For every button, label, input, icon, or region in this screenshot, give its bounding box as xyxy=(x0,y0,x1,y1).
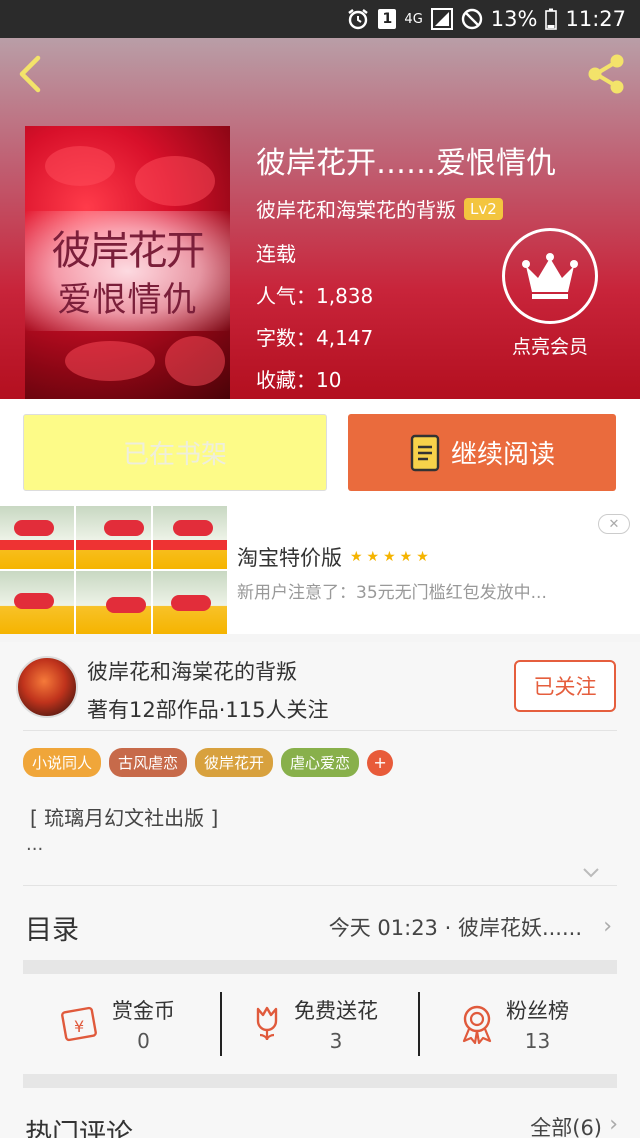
clock: 11:27 xyxy=(565,7,626,31)
follow-button[interactable]: 已关注 xyxy=(514,660,616,712)
book-header: 彼岸花开 爱恨情仇 彼岸花开……爱恨情仇 彼岸花和海棠花的背叛 Lv2 连载 人… xyxy=(0,38,640,399)
author-name[interactable]: 彼岸花和海棠花的背叛 xyxy=(256,194,456,223)
tag-item[interactable]: 小说同人 xyxy=(23,748,102,777)
chevron-down-icon xyxy=(583,868,599,878)
table-of-contents-row[interactable]: 目录 今天 01:23 · 彼岸花妖...... › xyxy=(0,886,640,962)
author-card-name[interactable]: 彼岸花和海棠花的背叛 xyxy=(87,656,297,686)
chevron-right-icon: › xyxy=(609,1112,618,1137)
divider xyxy=(220,992,222,1056)
svg-text:¥: ¥ xyxy=(74,1017,84,1036)
free-flowers-label: 免费送花 xyxy=(294,999,378,1023)
book-title: 彼岸花开……爱恨情仇 xyxy=(256,146,556,181)
continue-reading-button[interactable]: 继续阅读 xyxy=(348,414,616,491)
network-type: 4G xyxy=(404,11,423,27)
rating-stars-icon: ★★★★★ xyxy=(350,549,433,565)
word-count: 字数：4,147 xyxy=(256,326,374,350)
content-area: 彼岸花和海棠花的背叛 著有12部作品·115人关注 已关注 小说同人 古风虐恋 … xyxy=(0,642,640,1138)
ad-title-row: 淘宝特价版 ★★★★★ xyxy=(237,542,433,572)
status-bar: 1 4G 13% 11:27 xyxy=(0,0,640,38)
book-icon xyxy=(410,434,440,471)
divider xyxy=(23,730,617,731)
back-arrow-icon xyxy=(19,55,41,93)
fan-ranking-label: 粉丝榜 xyxy=(506,999,569,1023)
cover-title-line1: 彼岸花开 xyxy=(51,228,206,274)
ad-close-button[interactable]: ✕ xyxy=(598,514,630,534)
battery-icon xyxy=(545,8,558,30)
close-icon: ✕ xyxy=(608,516,620,532)
reward-coins-value: 0 xyxy=(137,1029,150,1053)
tag-item[interactable]: 彼岸花开 xyxy=(195,748,274,777)
vip-label: 点亮会员 xyxy=(511,336,588,358)
reward-coins-label: 赏金币 xyxy=(112,999,175,1023)
ad-banner[interactable]: 淘宝特价版 ★★★★★ 新用户注意了：35元无门槛红包发放中... ✕ xyxy=(0,506,640,634)
cover-title-line2: 爱恨情仇 xyxy=(57,280,198,320)
battery-percent: 13% xyxy=(490,7,538,31)
free-flowers-value: 3 xyxy=(329,1029,343,1053)
on-shelf-button[interactable]: 已在书架 xyxy=(23,414,327,491)
alarm-icon xyxy=(346,7,370,31)
medal-icon xyxy=(462,1005,492,1044)
tag-list: 小说同人 古风虐恋 彼岸花开 虐心爱恋 + xyxy=(23,748,394,777)
signal-icon xyxy=(430,8,453,30)
serial-status: 连载 xyxy=(256,242,296,266)
fan-ranking-value: 13 xyxy=(524,1029,551,1053)
fan-ranking[interactable]: 粉丝榜 13 xyxy=(458,990,569,1058)
favorites-count: 收藏：10 xyxy=(256,368,342,392)
notification-badge: 1 xyxy=(378,9,397,29)
share-icon xyxy=(588,54,624,94)
level-badge: Lv2 xyxy=(464,197,503,220)
crown-icon xyxy=(502,228,598,324)
action-bar: 已在书架 继续阅读 xyxy=(0,399,640,506)
popularity: 人气：1,838 xyxy=(256,284,374,308)
author-row: 彼岸花和海棠花的背叛 Lv2 xyxy=(256,194,503,223)
description-line1: [ 琉璃月幻文社出版 ] xyxy=(30,806,219,830)
all-comments-link[interactable]: 全部(6) xyxy=(530,1112,602,1138)
reward-coins[interactable]: ¥ 赏金币 0 xyxy=(60,990,175,1058)
flower-icon xyxy=(256,1006,278,1041)
ad-description: 新用户注意了：35元无门槛红包发放中... xyxy=(237,583,547,603)
coin-envelope-icon: ¥ xyxy=(61,1006,97,1042)
description-line2: ... xyxy=(26,834,44,855)
continue-reading-label: 继续阅读 xyxy=(450,440,555,470)
hot-comments-label: 热门评论 xyxy=(25,1119,133,1138)
add-tag-button[interactable]: + xyxy=(367,749,394,776)
chevron-right-icon: › xyxy=(603,914,612,939)
toc-label: 目录 xyxy=(25,915,79,946)
latest-chapter: 今天 01:23 · 彼岸花妖...... xyxy=(328,916,582,940)
author-avatar[interactable] xyxy=(16,656,78,718)
divider xyxy=(418,992,420,1056)
section-separator xyxy=(23,1074,617,1088)
tag-item[interactable]: 古风虐恋 xyxy=(109,748,188,777)
tag-item[interactable]: 虐心爱恋 xyxy=(281,748,360,777)
ad-title: 淘宝特价版 xyxy=(237,546,342,570)
book-cover[interactable]: 彼岸花开 爱恨情仇 xyxy=(25,126,230,399)
share-button[interactable] xyxy=(584,52,628,96)
expand-description-button[interactable] xyxy=(582,864,600,878)
do-not-disturb-icon xyxy=(461,8,483,30)
vip-button[interactable]: 点亮会员 xyxy=(500,228,600,359)
ad-image xyxy=(0,506,227,634)
free-flowers[interactable]: 免费送花 3 xyxy=(250,990,378,1058)
section-separator xyxy=(23,960,617,974)
back-button[interactable] xyxy=(12,52,48,96)
author-card-stats: 著有12部作品·115人关注 xyxy=(87,698,329,722)
